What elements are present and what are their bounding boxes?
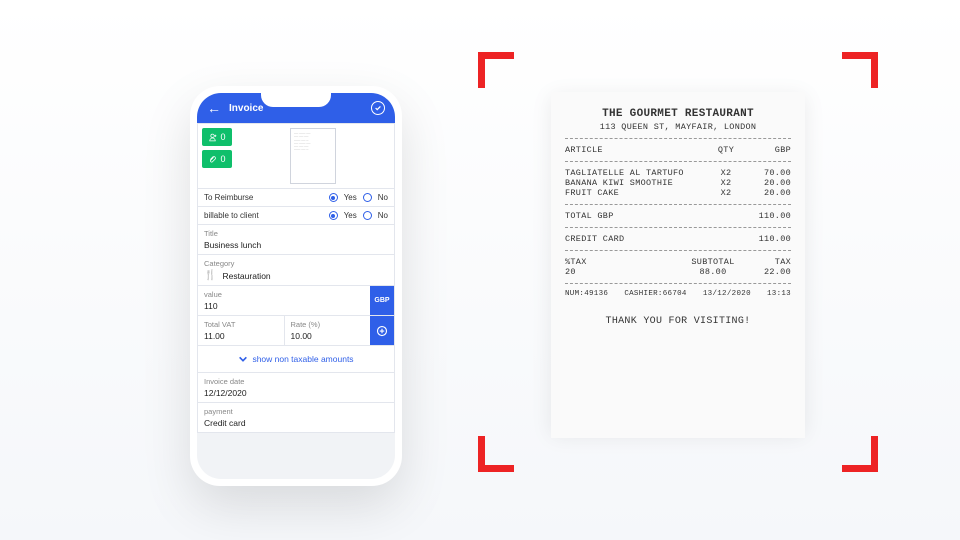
receipt-item: FRUIT CAKEX220.00: [565, 188, 791, 198]
reimburse-no-radio[interactable]: [363, 193, 372, 202]
reimburse-row: To Reimburse Yes No: [197, 188, 395, 207]
invoice-date-field[interactable]: Invoice date 12/12/2020: [197, 372, 395, 403]
vat-total-field[interactable]: Total VAT 11.00: [198, 316, 284, 345]
phone-mockup: ← Invoice 0 0 ── ─── ──── ── ───── ── ──…: [190, 86, 402, 486]
receipt-items: TAGLIATELLE AL TARTUFOX270.00BANANA KIWI…: [565, 168, 791, 198]
attachment-count-pill[interactable]: 0: [202, 150, 232, 168]
receipt-thumbnail[interactable]: ── ─── ──── ── ───── ── ─── ─── ──── ── …: [236, 128, 390, 184]
category-field[interactable]: Category 🍴 Restauration: [197, 254, 395, 286]
value-row: value 110 GBP: [197, 285, 395, 316]
receipt-item: TAGLIATELLE AL TARTUFOX270.00: [565, 168, 791, 178]
phone-notch: [261, 93, 331, 107]
attachment-preview: 0 0 ── ─── ──── ── ───── ── ─── ─── ────…: [197, 123, 395, 189]
receipt-name: THE GOURMET RESTAURANT: [565, 108, 791, 120]
title-field[interactable]: Title Business lunch: [197, 224, 395, 255]
receipt-columns: ARTICLE QTY GBP: [565, 145, 791, 155]
reimburse-yes-radio[interactable]: [329, 193, 338, 202]
scan-corner-bl: [478, 436, 514, 472]
scan-corner-tr: [842, 52, 878, 88]
receipt-total: TOTAL GBP 110.00: [565, 211, 791, 221]
add-vat-button[interactable]: [370, 316, 394, 345]
back-arrow-icon[interactable]: ←: [207, 100, 221, 116]
receipt-tax-header: %TAX SUBTOTAL TAX: [565, 257, 791, 267]
receipt: THE GOURMET RESTAURANT 113 QUEEN ST, MAY…: [551, 92, 805, 432]
billable-row: billable to client Yes No: [197, 206, 395, 225]
confirm-icon[interactable]: [371, 101, 385, 115]
scan-corner-br: [842, 436, 878, 472]
vat-rate-field[interactable]: Rate (%) 10.00: [284, 316, 371, 345]
billable-no-radio[interactable]: [363, 211, 372, 220]
cutlery-icon: 🍴: [204, 270, 216, 281]
vat-row: Total VAT 11.00 Rate (%) 10.00: [197, 315, 395, 346]
show-non-taxable-button[interactable]: show non taxable amounts: [197, 345, 395, 373]
currency-button[interactable]: GBP: [370, 286, 394, 315]
receipt-thanks: THANK YOU FOR VISITING!: [565, 316, 791, 327]
billable-yes-radio[interactable]: [329, 211, 338, 220]
receipt-payment: CREDIT CARD 110.00: [565, 234, 791, 244]
scan-frame: THE GOURMET RESTAURANT 113 QUEEN ST, MAY…: [478, 52, 878, 472]
receipt-address: 113 QUEEN ST, MAYFAIR, LONDON: [565, 122, 791, 132]
value-field[interactable]: value 110: [198, 286, 370, 315]
receipt-tax-values: 20 88.00 22.00: [565, 267, 791, 277]
payment-field[interactable]: payment Credit card: [197, 402, 395, 433]
receipt-item: BANANA KIWI SMOOTHIEX220.00: [565, 178, 791, 188]
phone-screen: ← Invoice 0 0 ── ─── ──── ── ───── ── ──…: [197, 93, 395, 479]
people-count-pill[interactable]: 0: [202, 128, 232, 146]
scan-corner-tl: [478, 52, 514, 88]
chevron-down-icon: [238, 354, 248, 364]
receipt-meta: NUM:49136 CASHIER:66704 13/12/2020 13:13: [565, 290, 791, 298]
